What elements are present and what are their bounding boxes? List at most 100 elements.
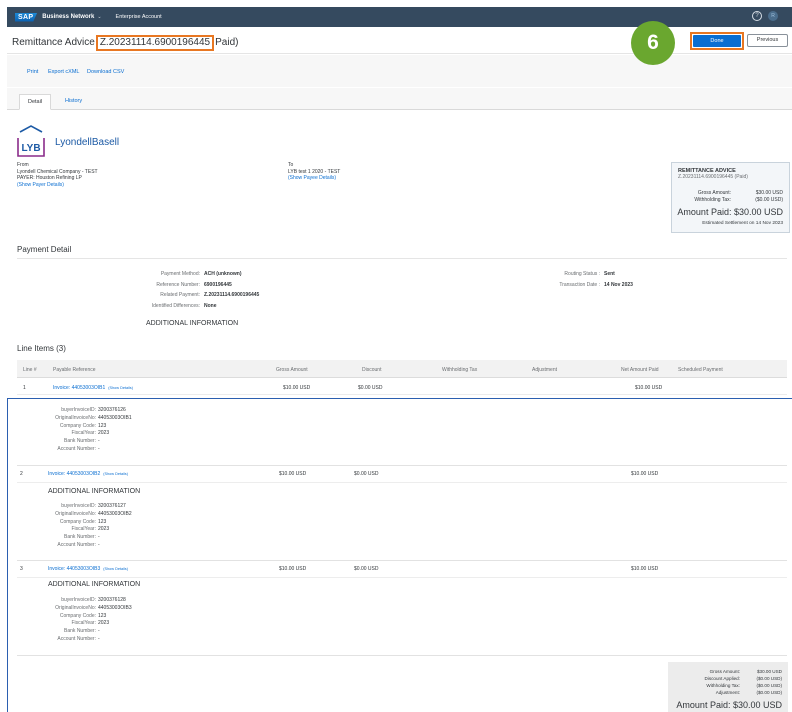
transaction-date-value: 14 Nov 2023 — [604, 281, 633, 288]
row-1-detail-values: 3200376126 44053003OIB1 123 2023 - - — [98, 407, 158, 457]
sap-logo[interactable]: SAP — [15, 12, 38, 22]
col-adjustment[interactable]: Adjustment — [532, 367, 557, 373]
estimated-settlement: Estimated Settlement on 14 Nov 2023 — [702, 221, 783, 226]
col-net-amount-paid[interactable]: Net Amount Paid — [621, 367, 659, 373]
user-avatar-icon[interactable]: R — [768, 11, 778, 21]
bank-number-label: Bank Number: — [64, 438, 96, 445]
bank-number-label: Bank Number: — [64, 628, 96, 635]
buyer-invoice-value: 3200376126 — [98, 407, 126, 413]
totals-withholding-label: Withholding Tax: — [706, 683, 740, 688]
bank-number-value: - — [98, 534, 100, 541]
totals-paid-value: $30.00 USD — [732, 700, 782, 710]
identified-differences-value: None — [204, 302, 217, 309]
buyer-invoice-label: buyerInvoiceID: — [61, 503, 96, 509]
buyer-invoice-label: buyerInvoiceID: — [61, 407, 96, 413]
summary-withholding-value: ($0.00 USD) — [755, 197, 783, 203]
account-number-value: - — [98, 446, 100, 452]
help-icon[interactable]: ? — [752, 11, 762, 21]
payment-labels: Payment Method: Reference Number: Relate… — [152, 269, 200, 311]
fiscal-year-label: FiscalYear: — [71, 430, 96, 437]
invoice-link[interactable]: Invoice: 44053003OIB2 (Show Details) — [48, 471, 128, 477]
row-2-details: buyerInvoiceID: OriginalInvoiceNo: Compa… — [10, 503, 96, 553]
company-code-label: Company Code: — [59, 518, 96, 525]
col-gross-amount[interactable]: Gross Amount — [276, 367, 308, 373]
col-withholding-tax[interactable]: Withholding Tax — [442, 367, 477, 373]
row-1-details: buyerInvoiceID: OriginalInvoiceNo: Compa… — [10, 407, 96, 457]
summary-gross-value: $30.00 USD — [755, 190, 783, 196]
bank-number-label: Bank Number: — [64, 534, 96, 541]
show-details-link[interactable]: (Show Details) — [108, 386, 133, 390]
summary-paid-value: $30.00 USD — [733, 207, 783, 217]
highlighted-remittance-id: Z.20231114.6900196445 — [95, 35, 215, 51]
show-details-link[interactable]: (Show Details) — [103, 472, 128, 476]
blue-vertical-border — [7, 398, 8, 712]
identified-differences-label: Identified Differences: — [151, 302, 200, 309]
account-number-label: Account Number: — [57, 542, 96, 548]
actions-toolbar: Print Export cXML Download CSV — [7, 55, 792, 87]
routing-values: Sent 14 Nov 2023 — [604, 269, 633, 290]
company-name: LyondellBasell — [55, 137, 120, 148]
row-separator — [17, 655, 787, 656]
invoice-reference[interactable]: Invoice: 44053003OIB1 — [53, 385, 105, 391]
totals-discount-value: ($0.00 USD) — [756, 676, 782, 681]
summary-ref: Z.20231114.6900196445 (Paid) — [678, 174, 784, 180]
page-title-prefix: Remittance Advice — [12, 37, 95, 48]
row-line-number: 2 — [20, 471, 23, 477]
related-payment-label: Related Payment: — [160, 292, 200, 299]
fiscal-year-value: 2023 — [98, 526, 110, 533]
show-details-link[interactable]: (Show Details) — [103, 567, 128, 571]
show-payer-details-link[interactable]: (Show Payer Details) — [17, 182, 98, 189]
export-cxml-link[interactable]: Export cXML — [48, 69, 79, 75]
row-net: $10.00 USD — [635, 385, 663, 391]
done-button[interactable]: Done — [693, 35, 741, 47]
row-discount: $0.00 USD — [354, 566, 379, 572]
row-net: $10.00 USD — [631, 471, 659, 477]
account-number-value: - — [98, 542, 100, 548]
original-invoice-value: 44053003OIB3 — [98, 604, 132, 611]
row-2-detail-values: 3200376127 44053003OIB2 123 2023 - - — [98, 503, 158, 553]
print-link[interactable]: Print — [27, 69, 38, 75]
tab-history[interactable]: History — [57, 94, 90, 110]
table-row: 3 Invoice: 44053003OIB3 (Show Details) $1… — [17, 561, 787, 576]
invoice-reference[interactable]: Invoice: 44053003OIB2 — [48, 471, 100, 477]
shell-bar: SAP Business Network ⌄ Enterprise Accoun… — [7, 7, 792, 27]
totals-paid-label: Amount Paid: — [676, 700, 731, 710]
previous-button[interactable]: Previous — [747, 34, 788, 47]
company-code-value: 123 — [98, 422, 107, 429]
chevron-down-icon[interactable]: ⌄ — [97, 14, 101, 20]
transaction-date-label: Transaction Date : — [559, 281, 600, 288]
summary-paid-label: Amount Paid: — [677, 207, 732, 217]
reference-number-value: 6900196445 — [204, 281, 232, 288]
col-scheduled-payment[interactable]: Scheduled Payment — [678, 367, 723, 373]
account-number-label: Account Number: — [57, 446, 96, 452]
payment-method-value: ACH (unknown) — [204, 271, 242, 277]
fiscal-year-label: FiscalYear: — [71, 620, 96, 627]
line-items-totals: Gross Amount: $30.00 USD Discount Applie… — [668, 662, 788, 712]
download-csv-link[interactable]: Download CSV — [87, 69, 124, 75]
step-number-badge: 6 — [631, 21, 675, 65]
product-name[interactable]: Business Network — [42, 14, 94, 20]
col-discount[interactable]: Discount — [362, 367, 381, 373]
original-invoice-label: OriginalInvoiceNo: — [55, 414, 96, 421]
row-line-number: 3 — [20, 566, 23, 572]
summary-withholding-label: Withholding Tax: — [694, 197, 731, 203]
col-line[interactable]: Line # — [23, 367, 37, 373]
to-block: To LYB test 1 2020 - TEST (Show Payee De… — [288, 162, 340, 182]
invoice-link[interactable]: Invoice: 44053003OIB3 (Show Details) — [48, 566, 128, 572]
original-invoice-label: OriginalInvoiceNo: — [55, 604, 96, 611]
invoice-link[interactable]: Invoice: 44053003OIB1 (Show Details) — [53, 385, 133, 391]
lyondellbasell-logo-icon: LYB — [17, 125, 45, 157]
row-net: $10.00 USD — [631, 566, 659, 572]
invoice-reference[interactable]: Invoice: 44053003OIB3 — [48, 566, 100, 572]
row-discount: $0.00 USD — [354, 471, 379, 477]
company-code-label: Company Code: — [59, 612, 96, 619]
col-payable-reference[interactable]: Payable Reference — [53, 367, 96, 373]
original-invoice-label: OriginalInvoiceNo: — [55, 510, 96, 517]
table-row: 2 Invoice: 44053003OIB2 (Show Details) $1… — [17, 466, 787, 481]
blue-divider — [7, 398, 792, 399]
fiscal-year-label: FiscalYear: — [71, 526, 96, 533]
from-block: From Lyondell Chemical Company - TEST PA… — [17, 162, 98, 188]
tab-detail[interactable]: Detail — [19, 94, 52, 110]
show-payee-details-link[interactable]: (Show Payee Details) — [288, 175, 340, 182]
totals-adjustment-value: ($0.00 USD) — [756, 690, 782, 695]
